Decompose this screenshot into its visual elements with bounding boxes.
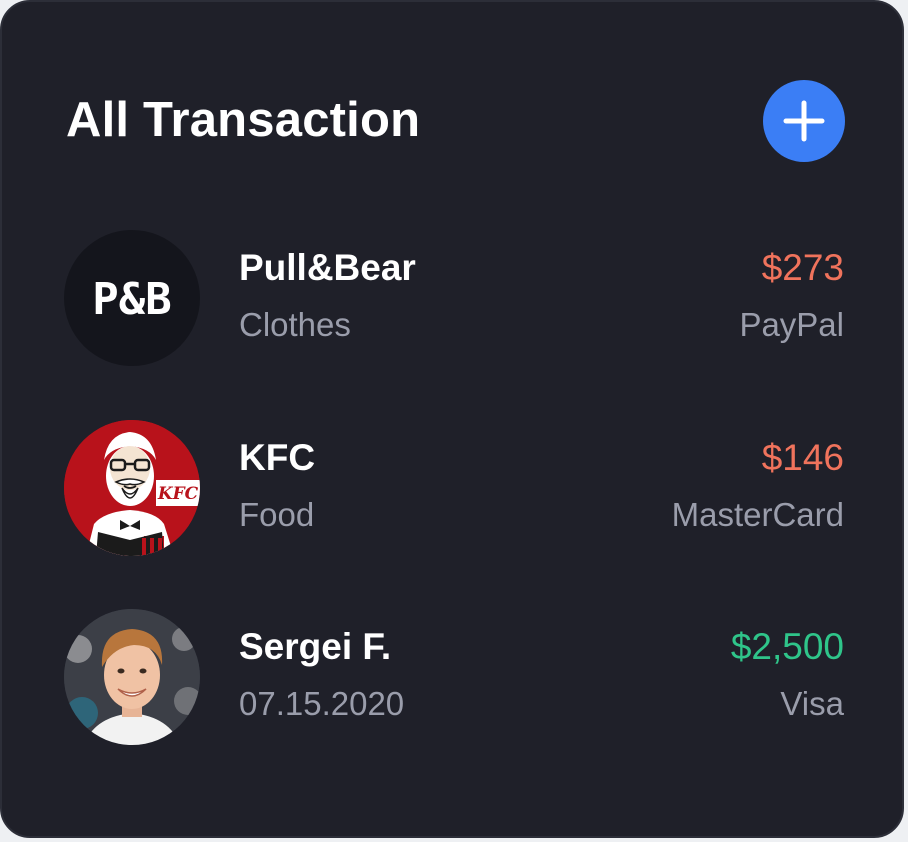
- transaction-amount: $273: [761, 247, 844, 288]
- transaction-amount: $2,500: [730, 626, 844, 667]
- user-photo: [64, 609, 200, 745]
- transactions-card: All Transaction P&B Pull&Bear Clothes $2…: [0, 0, 904, 838]
- payment-method: MasterCard: [671, 496, 844, 533]
- payment-method: Visa: [780, 685, 844, 722]
- transaction-row[interactable]: KFC KFC Food $146 MasterCard: [64, 420, 844, 558]
- transaction-name: Sergei F.: [239, 626, 392, 667]
- transaction-date: 07.15.2020: [239, 685, 405, 722]
- logo-text: P&B: [92, 274, 171, 325]
- transaction-row[interactable]: Sergei F. 07.15.2020 $2,500 Visa: [64, 609, 844, 747]
- transaction-name: Pull&Bear: [239, 247, 416, 288]
- transaction-name: KFC: [239, 437, 316, 478]
- transaction-category: Clothes: [239, 306, 351, 343]
- transaction-row[interactable]: P&B Pull&Bear Clothes $273 PayPal: [64, 230, 844, 368]
- kfc-logo: KFC: [64, 420, 200, 556]
- payment-method: PayPal: [739, 306, 844, 343]
- logo-text: KFC: [157, 484, 199, 504]
- card-title: All Transaction: [66, 93, 421, 147]
- pullandbear-logo: P&B: [64, 230, 200, 366]
- transaction-category: Food: [239, 496, 315, 533]
- plus-icon: [783, 100, 825, 142]
- add-transaction-button[interactable]: [763, 80, 845, 162]
- transaction-amount: $146: [761, 437, 844, 478]
